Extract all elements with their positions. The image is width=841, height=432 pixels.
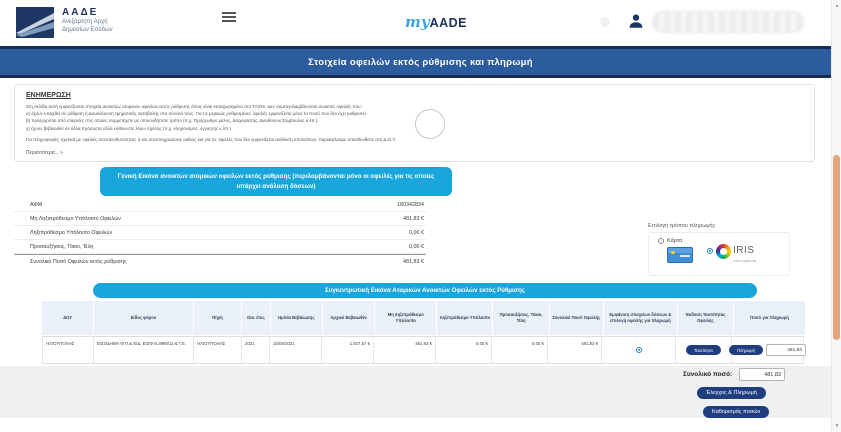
myaade-logo-aade: AADE [430, 16, 467, 30]
scroll-down-arrow-icon[interactable]: ▼ [832, 423, 841, 429]
scroll-up-arrow-icon[interactable]: ▲ [832, 3, 841, 9]
notification-icon[interactable] [600, 17, 610, 27]
set-amounts-button[interactable]: Καθορισμός ποσών [703, 406, 769, 418]
row-payment-button[interactable]: Πληρωμή [729, 345, 763, 355]
col-assessment-date: Ημ/νία Βεβαίωσης [271, 301, 322, 335]
summary-row-overdue: Ληξιπρόθεσμο Υπόλοιπο Οφειλών 0,00 € [14, 226, 426, 240]
cell-source: ΗΛΙΟΥΠΟΛΗΣ [194, 336, 242, 364]
info-heading: ΕΝΗΜΕΡΩΣΗ [26, 92, 803, 99]
summary-label: Μη Ληξιπρόθεσμο Υπόλοιπο Οφειλών [30, 216, 121, 222]
col-total: Συνολικό Ποσό Οφειλής [550, 301, 603, 335]
cell-payment: Πληρωμή [732, 336, 804, 364]
summary-label: Προσαυξήσεις, Τόκοι, Τέλη [30, 244, 93, 250]
brand-subtitle-1: Ανεξάρτητη Αρχή [62, 18, 113, 26]
myaade-debts-page: ΑΑΔΕ Ανεξάρτητη Αρχή Δημοσίων Εσόδων myA… [0, 0, 841, 432]
card-radio[interactable] [658, 238, 664, 244]
col-payment-amount: Ποσό για πληρωμή [734, 301, 805, 335]
summary-label: Ληξιπρόθεσμο Υπόλοιπο Οφειλών [30, 230, 112, 236]
col-non-overdue: Μη Ληξιπρόθεσμο Υπόλοιπο [375, 301, 436, 335]
page-scrollbar[interactable]: ▲ ▼ [831, 0, 841, 432]
col-initial-assessed: Αρχικό Βεβαιωθέν [323, 301, 374, 335]
table-row: ΗΛΙΟΥΠΟΛΗΣ ΕΙΣΟΔΗΜΑ Φ.Π.& ΕΙΔ. ΕΙΣΦ.Ν.39… [42, 336, 806, 364]
col-tax-type: Είδος φόρου [94, 301, 193, 335]
iris-logo-icon [716, 244, 731, 259]
top-header: ΑΑΔΕ Ανεξάρτητη Αρχή Δημοσίων Εσόδων myA… [0, 0, 831, 46]
payment-method-box: Κάρτα IRIS online payments [648, 232, 790, 276]
cell-total: 481,83 € [548, 336, 602, 364]
col-source: Πηγή [194, 301, 241, 335]
user-avatar-icon[interactable] [627, 12, 645, 30]
summary-value: 0,00 € [409, 230, 424, 236]
total-amount-input[interactable] [739, 368, 785, 381]
select-debt-radio[interactable] [636, 347, 642, 353]
payment-option-iris[interactable]: IRIS online payments [707, 238, 756, 270]
page-title-banner: Στοιχεία οφειλών εκτός ρύθμισης και πληρ… [0, 46, 841, 78]
card-option-label: Κάρτα [667, 238, 682, 244]
info-line-2: α) έχουν υπαχθεί σε ρύθμιση ή Διευκόλυνσ… [26, 110, 803, 117]
cell-surcharges: 0,00 € [492, 336, 548, 364]
scrollbar-thumb[interactable] [833, 155, 840, 340]
cell-doy: ΗΛΙΟΥΠΟΛΗΣ [42, 336, 94, 364]
info-line-1: Στη σελίδα αυτή εμφανίζονται στοιχεία αν… [26, 103, 803, 110]
aade-brand-block: ΑΑΔΕ Ανεξάρτητη Αρχή Δημοσίων Εσόδων [62, 7, 113, 34]
table-header-row: ΔΟΥ Είδος φόρου Πηγή Οικ. έτος Ημ/νία Βε… [42, 301, 806, 335]
credit-card-icon [667, 247, 693, 263]
row-payment-amount-input[interactable] [766, 344, 806, 356]
col-year: Οικ. έτος [242, 301, 270, 335]
brand-subtitle-2: Δημοσίων Εσόδων [62, 26, 113, 34]
info-notice-card: ΕΝΗΜΕΡΩΣΗ Στη σελίδα αυτή εμφανίζονται σ… [14, 84, 815, 162]
col-overdue: Ληξιπρόθεσμο Υπόλοιπο [437, 301, 492, 335]
cell-select-debt [602, 336, 676, 364]
summary-row-afm: ΑΦΜ 180342834 [14, 198, 426, 212]
decorative-circle [415, 109, 445, 139]
summary-value: 481,83 € [403, 259, 424, 265]
summary-row-total: Συνολικό Ποσό Οφειλών εκτός ρύθμισης 481… [14, 254, 426, 268]
col-show-installments: Εμφάνιση στοιχείων δόσεων & επιλογή οφει… [604, 301, 677, 335]
table-section-header: Συγκεντρωτική Εικόνα Ατομικών Ανοικτών Ο… [93, 283, 757, 298]
cell-year: 2021 [242, 336, 270, 364]
payment-option-card[interactable]: Κάρτα [658, 238, 693, 270]
cell-tax-type: ΕΙΣΟΔΗΜΑ Φ.Π.& ΕΙΔ. ΕΙΣΦ.Ν.3986/11 & Τ.Ε… [94, 336, 194, 364]
cell-non-overdue: 481,83 € [374, 336, 436, 364]
aade-logo-icon [16, 7, 54, 38]
col-doy: ΔΟΥ [42, 301, 93, 335]
summary-value: 0,00 € [409, 244, 424, 250]
read-more-link[interactable]: Περισσότερα... » [26, 149, 803, 157]
cell-initial-assessed: 1.927,57 € [322, 336, 374, 364]
summary-section-header: Γενική Εικόνα ανοικτών ατομικών οφειλών … [100, 167, 452, 196]
brand-name: ΑΑΔΕ [62, 7, 113, 18]
total-amount-label: Συνολικό ποσό: [683, 371, 732, 378]
summary-value: 180342834 [397, 202, 424, 208]
myaade-logo: myAADE [405, 13, 467, 32]
summary-label: Συνολικό Ποσό Οφειλών εκτός ρύθμισης [30, 259, 126, 265]
cell-assessment-date: 15/09/2021 [270, 336, 322, 364]
cell-overdue: 0,00 € [436, 336, 492, 364]
summary-row-surcharges: Προσαυξήσεις, Τόκοι, Τέλη 0,00 € [14, 240, 426, 254]
summary-value: 481,83 € [403, 216, 424, 222]
payment-method-label: Επιλογή τρόπου πληρωμής [648, 223, 715, 229]
summary-rows: ΑΦΜ 180342834 Μη Ληξιπρόθεσμο Υπόλοιπο Ο… [14, 198, 426, 268]
cell-debt-identity: Ταυτότητα [676, 336, 732, 364]
col-surcharges: Προσαυξήσεις, Τόκοι, Τέλη [493, 301, 548, 335]
summary-label: ΑΦΜ [30, 202, 42, 208]
page-title: Στοιχεία οφειλών εκτός ρύθμισης και πληρ… [308, 57, 533, 68]
iris-logo-text: IRIS [733, 245, 754, 256]
iris-radio[interactable] [707, 248, 713, 254]
info-line-5: Για πληροφορίες σχετικά με οφειλές συνυπ… [26, 136, 803, 143]
summary-row-non-overdue: Μη Ληξιπρόθεσμο Υπόλοιπο Οφειλών 481,83 … [14, 212, 426, 226]
check-and-pay-button[interactable]: Έλεγχος & Πληρωμή [697, 387, 766, 399]
user-name-redacted[interactable] [652, 11, 804, 33]
hamburger-menu-icon[interactable] [222, 12, 236, 24]
iris-logo-subtitle: online payments [733, 259, 756, 263]
debt-identity-button[interactable]: Ταυτότητα [686, 345, 721, 355]
col-debt-identity: Έκδοση Ταυτότητας Οφειλής [678, 301, 733, 335]
myaade-logo-my: my [405, 13, 430, 31]
